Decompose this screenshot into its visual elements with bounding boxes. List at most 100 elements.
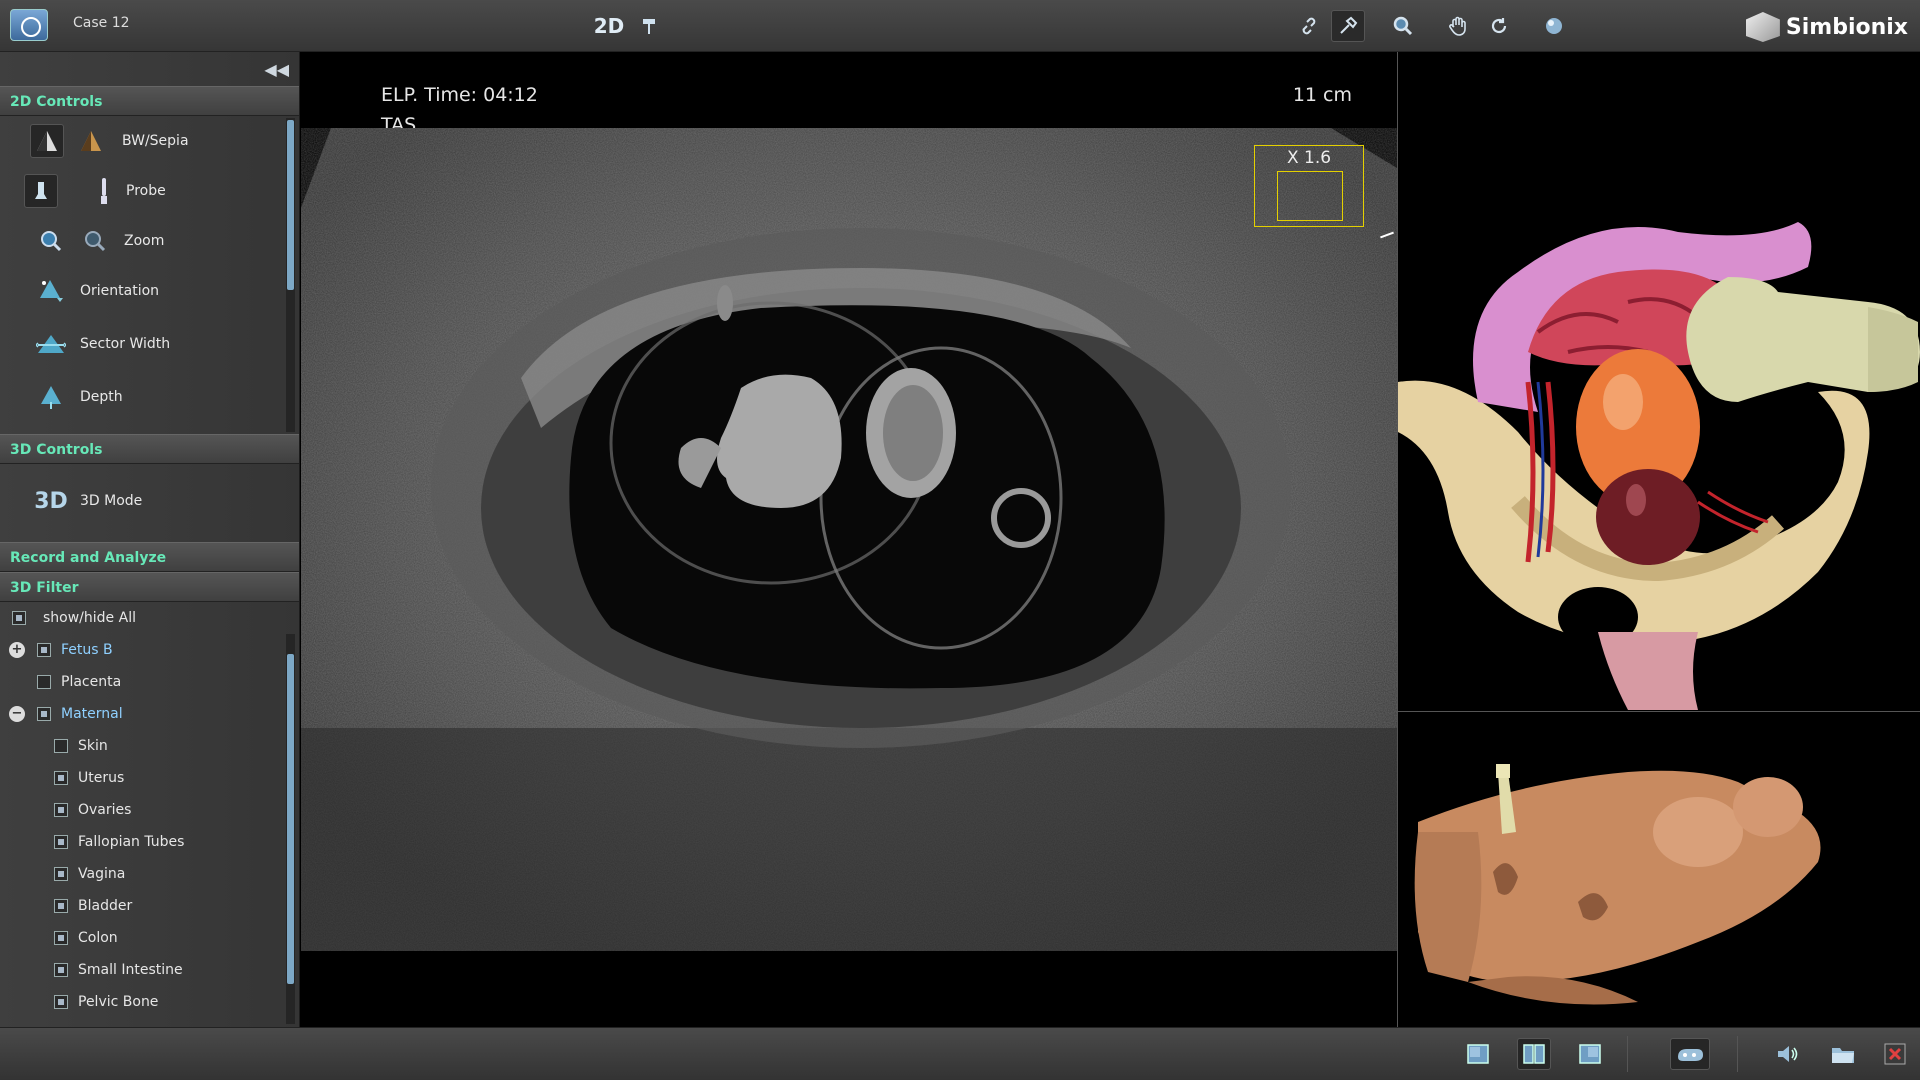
pin-icon[interactable] xyxy=(632,10,666,42)
zoom-factor: X 1.6 xyxy=(1286,148,1332,168)
collapse-sidebar-icon[interactable]: ◀◀ xyxy=(264,60,289,79)
probe-tvs-icon[interactable] xyxy=(96,174,112,208)
control-sector-width[interactable]: Sector Width xyxy=(0,316,299,372)
section-record-analyze[interactable]: Record and Analyze xyxy=(0,542,299,572)
ultrasound-view[interactable]: ELP. Time: 04:12 TAS 11 cm X 1.6 xyxy=(301,52,1397,1027)
filter-checkbox[interactable] xyxy=(54,963,68,977)
zoom-out-icon[interactable] xyxy=(78,224,112,258)
filter-label: Colon xyxy=(78,930,118,946)
3d-mode-icon[interactable]: 3D xyxy=(34,484,68,518)
section-3d-filter[interactable]: 3D Filter xyxy=(0,572,299,602)
orientation-icon[interactable] xyxy=(34,274,68,308)
scanner-icon[interactable] xyxy=(1670,1038,1710,1070)
controls-3d-list: 3D 3D Mode xyxy=(0,464,299,542)
filter-item-uterus[interactable]: Uterus xyxy=(0,762,299,794)
filter-checkbox[interactable] xyxy=(54,803,68,817)
filter-item-small-intestine[interactable]: Small Intestine xyxy=(0,954,299,986)
control-3d-mode[interactable]: 3D 3D Mode xyxy=(0,464,299,538)
scrollbar-thumb[interactable] xyxy=(287,120,294,290)
filter-checkbox[interactable] xyxy=(54,867,68,881)
filter-checkbox[interactable] xyxy=(54,931,68,945)
filter-label: Pelvic Bone xyxy=(78,994,159,1010)
show-hide-all-checkbox[interactable] xyxy=(12,611,26,625)
close-icon[interactable] xyxy=(1880,1038,1910,1070)
brand-cube-icon xyxy=(1745,12,1780,42)
filter-scrollbar[interactable] xyxy=(286,634,295,1024)
filter-item-colon[interactable]: Colon xyxy=(0,922,299,954)
filter-checkbox[interactable] xyxy=(54,739,68,753)
control-orientation[interactable]: Orientation xyxy=(0,266,299,316)
filter-checkbox[interactable] xyxy=(37,675,51,689)
probe-link-icon[interactable] xyxy=(1331,10,1365,42)
filter-item-fetus-b[interactable]: + Fetus B xyxy=(0,634,299,666)
filter-checkbox[interactable] xyxy=(54,835,68,849)
anatomy-3d-view[interactable] xyxy=(1398,52,1920,710)
filter-label: Bladder xyxy=(78,898,133,914)
control-depth[interactable]: Depth xyxy=(0,372,299,422)
sphere-icon[interactable] xyxy=(1537,10,1571,42)
filter-item-bladder[interactable]: Bladder xyxy=(0,890,299,922)
bw-icon[interactable] xyxy=(30,124,64,158)
section-2d-controls[interactable]: 2D Controls xyxy=(0,86,299,116)
filter-checkbox[interactable] xyxy=(37,707,51,721)
left-sidebar: ◀◀ 2D Controls BW/Sepia Probe Zoom Orien… xyxy=(0,52,300,1027)
sector-width-icon[interactable] xyxy=(34,327,68,361)
control-zoom[interactable]: Zoom xyxy=(0,216,299,266)
zoom-in-icon[interactable] xyxy=(34,224,68,258)
zoom-region[interactable] xyxy=(1277,171,1343,221)
elapsed-time: ELP. Time: 04:12 xyxy=(381,84,538,106)
rotate-icon[interactable] xyxy=(1482,10,1516,42)
case-title: Case 12 xyxy=(73,15,130,31)
section-3d-controls[interactable]: 3D Controls xyxy=(0,434,299,464)
pelvic-anatomy-model xyxy=(1398,222,1920,710)
ultrasound-image xyxy=(301,128,1397,951)
sidebar-collapse-strip: ◀◀ xyxy=(0,52,299,86)
folder-icon[interactable] xyxy=(1826,1038,1860,1070)
filter-item-fallopian-tubes[interactable]: Fallopian Tubes xyxy=(0,826,299,858)
filter-label: Fallopian Tubes xyxy=(78,834,185,850)
control-label: Depth xyxy=(80,389,123,405)
filter-item-skin[interactable]: Skin xyxy=(0,730,299,762)
controls-2d-scrollbar[interactable] xyxy=(286,118,295,432)
filter-label: Ovaries xyxy=(78,802,132,818)
filter-label: Fetus B xyxy=(61,642,113,658)
control-label: 3D Mode xyxy=(80,493,143,509)
app-logo-icon[interactable] xyxy=(10,9,48,41)
pan-hand-icon[interactable] xyxy=(1441,10,1475,42)
filter-checkbox[interactable] xyxy=(54,771,68,785)
sepia-icon[interactable] xyxy=(74,124,108,158)
filter-checkbox[interactable] xyxy=(54,899,68,913)
dual-view-icon[interactable] xyxy=(1517,1038,1551,1070)
control-label: Zoom xyxy=(124,233,165,249)
sound-icon[interactable] xyxy=(1770,1038,1804,1070)
control-label: Probe xyxy=(126,183,166,199)
filter-item-pelvic-bone[interactable]: Pelvic Bone xyxy=(0,986,299,1018)
side-view-icon[interactable] xyxy=(1573,1038,1607,1070)
show-hide-all-row[interactable]: show/hide All xyxy=(0,602,299,634)
filter-checkbox[interactable] xyxy=(54,995,68,1009)
zoom-icon[interactable] xyxy=(1386,10,1420,42)
control-label: Sector Width xyxy=(80,336,171,352)
toolbar-separator xyxy=(1627,1036,1628,1072)
depth-readout: 11 cm xyxy=(1292,84,1352,106)
filter-item-vagina[interactable]: Vagina xyxy=(0,858,299,890)
control-probe[interactable]: Probe xyxy=(0,166,299,216)
filter-item-placenta[interactable]: Placenta xyxy=(0,666,299,698)
filter-checkbox[interactable] xyxy=(37,643,51,657)
expand-icon[interactable]: + xyxy=(9,642,25,658)
zoom-indicator[interactable]: X 1.6 xyxy=(1254,145,1364,227)
body-orientation-view[interactable] xyxy=(1398,712,1920,1027)
collapse-icon[interactable]: − xyxy=(9,706,25,722)
filter-item-maternal[interactable]: − Maternal xyxy=(0,698,299,730)
scrollbar-thumb[interactable] xyxy=(287,654,294,984)
filter-label: Small Intestine xyxy=(78,962,183,978)
mode-2d-button[interactable]: 2D xyxy=(592,10,626,42)
control-bw-sepia[interactable]: BW/Sepia xyxy=(0,116,299,166)
probe-tas-icon[interactable] xyxy=(24,174,58,208)
filter-item-ovaries[interactable]: Ovaries xyxy=(0,794,299,826)
filter-label: Uterus xyxy=(78,770,125,786)
link-icon[interactable] xyxy=(1292,10,1326,42)
depth-icon[interactable] xyxy=(34,380,68,414)
single-view-icon[interactable] xyxy=(1461,1038,1495,1070)
brand-name: Simbionix xyxy=(1785,14,1908,40)
